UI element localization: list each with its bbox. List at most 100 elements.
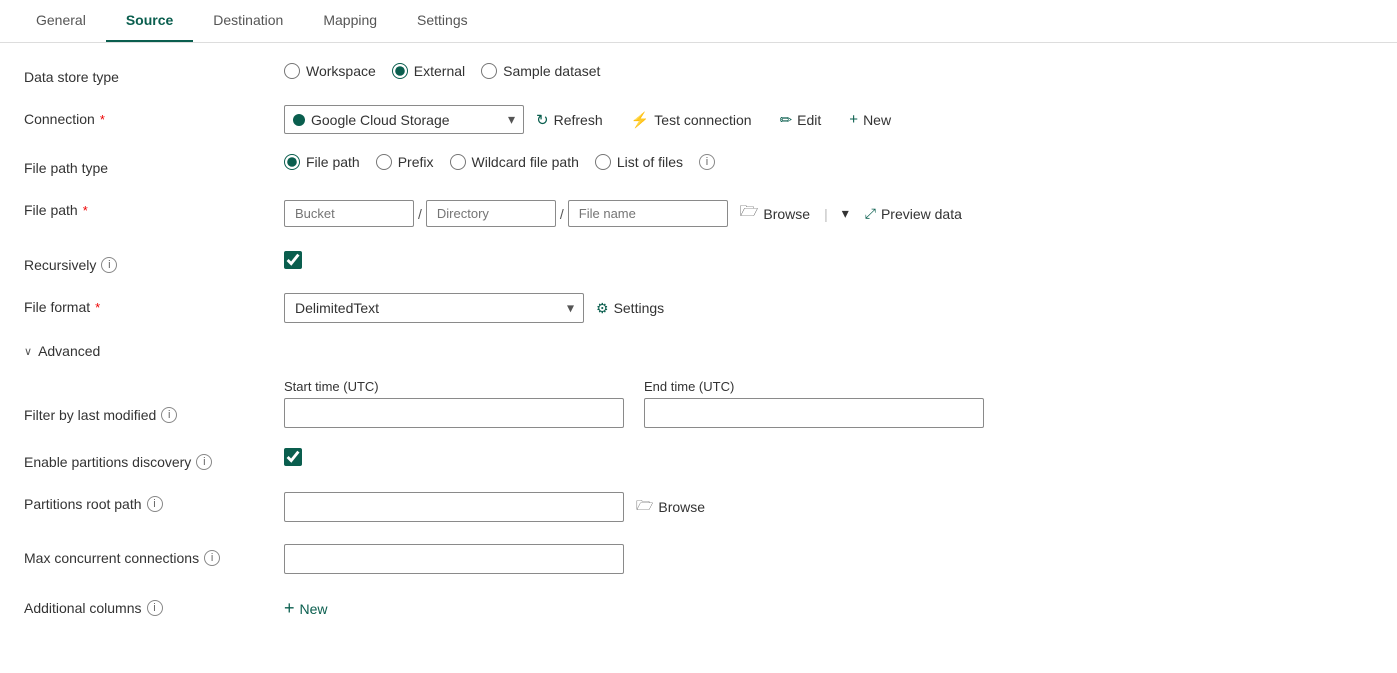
connection-select-wrap[interactable]: Google Cloud Storage ▾ <box>284 105 524 134</box>
filter-info-icon: i <box>161 407 177 423</box>
start-time-input[interactable] <box>284 398 624 428</box>
preview-data-button[interactable]: ⤢ Preview data <box>861 200 966 227</box>
data-store-type-label: Data store type <box>24 63 284 85</box>
additional-columns-new-button[interactable]: + New <box>284 594 328 623</box>
recursively-label: Recursively i <box>24 251 284 273</box>
bucket-input[interactable] <box>284 200 414 227</box>
file-path-row: File path * / / 🗁 Browse | ▾ ⤢ Preview d… <box>24 196 1373 231</box>
radio-external-input[interactable] <box>392 63 408 79</box>
radio-wildcard-input[interactable] <box>450 154 466 170</box>
radio-workspace-input[interactable] <box>284 63 300 79</box>
separator-4: | <box>824 206 828 222</box>
partitions-root-path-label: Partitions root path i <box>24 490 284 512</box>
data-store-radio-group: Workspace External Sample dataset <box>284 63 600 79</box>
directory-input[interactable] <box>426 200 556 227</box>
filename-input[interactable] <box>568 200 728 227</box>
max-connections-info-icon: i <box>204 550 220 566</box>
settings-icon: ⚙ <box>596 300 609 317</box>
radio-sample-label: Sample dataset <box>503 63 600 79</box>
file-path-type-label: File path type <box>24 154 284 176</box>
start-time-group: Start time (UTC) <box>284 379 624 428</box>
tab-destination[interactable]: Destination <box>193 0 303 42</box>
radio-list-label: List of files <box>617 154 683 170</box>
path-sep-1: / <box>418 206 422 222</box>
enable-partitions-controls <box>284 448 302 466</box>
connection-required: * <box>100 112 105 127</box>
file-format-controls: DelimitedText ⚙ Settings <box>284 293 668 323</box>
format-settings-button[interactable]: ⚙ Settings <box>592 295 668 322</box>
max-connections-controls <box>284 544 624 574</box>
preview-icon: ⤢ <box>865 205 876 222</box>
path-sep-2: / <box>560 206 564 222</box>
partitions-browse-button[interactable]: 🗁 Browse <box>632 490 709 524</box>
radio-sample[interactable]: Sample dataset <box>481 63 600 79</box>
recursively-info-icon: i <box>101 257 117 273</box>
radio-external-label: External <box>414 63 465 79</box>
tabs-bar: General Source Destination Mapping Setti… <box>0 0 1397 43</box>
connection-caret-icon: ▾ <box>508 111 515 128</box>
tab-mapping[interactable]: Mapping <box>303 0 397 42</box>
chevron-icon: ∨ <box>24 345 32 358</box>
additional-columns-controls: + New <box>284 594 328 623</box>
enable-partitions-checkbox-wrap <box>284 448 302 466</box>
radio-filepath[interactable]: File path <box>284 154 360 170</box>
connection-dropdown[interactable]: Google Cloud Storage <box>311 112 502 128</box>
partitions-root-path-input[interactable] <box>284 492 624 522</box>
file-format-required: * <box>95 300 100 315</box>
test-connection-button[interactable]: ⚡ Test connection <box>627 106 756 134</box>
enable-partitions-label: Enable partitions discovery i <box>24 448 284 470</box>
file-path-type-radio-group: File path Prefix Wildcard file path List… <box>284 154 715 170</box>
file-format-row: File format * DelimitedText ⚙ Settings <box>24 293 1373 323</box>
file-path-type-controls: File path Prefix Wildcard file path List… <box>284 154 715 170</box>
data-store-type-controls: Workspace External Sample dataset <box>284 63 600 79</box>
radio-list[interactable]: List of files <box>595 154 683 170</box>
additional-columns-info-icon: i <box>147 600 163 616</box>
max-connections-label: Max concurrent connections i <box>24 544 284 566</box>
browse-button[interactable]: 🗁 Browse <box>736 196 814 231</box>
refresh-icon: ↻ <box>536 111 549 129</box>
radio-sample-input[interactable] <box>481 63 497 79</box>
radio-prefix-input[interactable] <box>376 154 392 170</box>
edit-icon: ✏ <box>780 111 793 129</box>
end-time-label: End time (UTC) <box>644 379 984 394</box>
tab-settings[interactable]: Settings <box>397 0 488 42</box>
tab-general[interactable]: General <box>16 0 106 42</box>
main-content: Data store type Workspace External Sampl… <box>0 43 1397 663</box>
edit-button[interactable]: ✏ Edit <box>776 106 826 134</box>
radio-wildcard[interactable]: Wildcard file path <box>450 154 579 170</box>
radio-list-input[interactable] <box>595 154 611 170</box>
radio-filepath-label: File path <box>306 154 360 170</box>
filter-controls: Start time (UTC) End time (UTC) <box>284 379 984 428</box>
additional-columns-row: Additional columns i + New <box>24 594 1373 623</box>
end-time-input[interactable] <box>644 398 984 428</box>
file-path-type-info-icon: i <box>699 154 715 170</box>
end-time-group: End time (UTC) <box>644 379 984 428</box>
radio-filepath-input[interactable] <box>284 154 300 170</box>
enable-partitions-checkbox[interactable] <box>284 448 302 466</box>
recursively-checkbox[interactable] <box>284 251 302 269</box>
file-path-label: File path * <box>24 196 284 218</box>
radio-prefix[interactable]: Prefix <box>376 154 434 170</box>
recursively-controls <box>284 251 302 269</box>
test-connection-icon: ⚡ <box>631 111 650 129</box>
max-connections-input[interactable] <box>284 544 624 574</box>
chevron-down-button[interactable]: ▾ <box>838 200 853 227</box>
radio-wildcard-label: Wildcard file path <box>472 154 579 170</box>
refresh-button[interactable]: ↻ Refresh <box>532 106 607 134</box>
max-connections-row: Max concurrent connections i <box>24 544 1373 574</box>
file-format-dropdown[interactable]: DelimitedText <box>284 293 584 323</box>
radio-prefix-label: Prefix <box>398 154 434 170</box>
tab-source[interactable]: Source <box>106 0 193 42</box>
radio-workspace[interactable]: Workspace <box>284 63 376 79</box>
radio-external[interactable]: External <box>392 63 465 79</box>
new-button[interactable]: + New <box>845 106 895 133</box>
advanced-toggle[interactable]: ∨ Advanced <box>24 343 1373 359</box>
browse-folder-icon: 🗁 <box>740 201 759 226</box>
recursively-checkbox-wrap <box>284 251 302 269</box>
filter-label: Filter by last modified i <box>24 379 284 423</box>
file-format-select-wrap[interactable]: DelimitedText <box>284 293 584 323</box>
connection-status-dot <box>293 114 305 126</box>
file-path-type-row: File path type File path Prefix Wildcard… <box>24 154 1373 176</box>
chevron-down-icon: ▾ <box>842 205 849 222</box>
enable-partitions-row: Enable partitions discovery i <box>24 448 1373 470</box>
